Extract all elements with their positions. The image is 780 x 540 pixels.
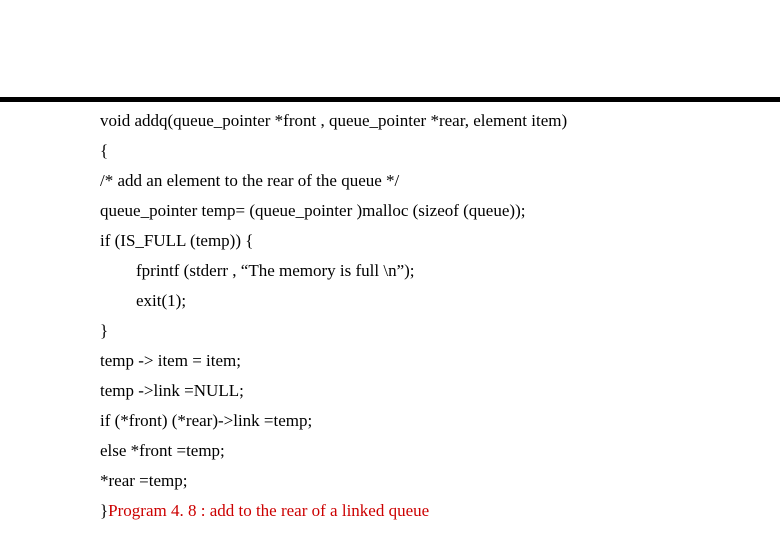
closing-brace: }	[100, 501, 108, 520]
code-line: if (IS_FULL (temp)) {	[100, 232, 720, 249]
code-line: if (*front) (*rear)->link =temp;	[100, 412, 720, 429]
code-line: exit(1);	[100, 292, 720, 309]
code-line: temp ->link =NULL;	[100, 382, 720, 399]
code-line: {	[100, 142, 720, 159]
program-caption: Program 4. 8 : add to the rear of a link…	[108, 501, 429, 520]
code-line: queue_pointer temp= (queue_pointer )mall…	[100, 202, 720, 219]
divider-line	[0, 97, 780, 102]
code-line: else *front =temp;	[100, 442, 720, 459]
code-line: }	[100, 322, 720, 339]
code-line: fprintf (stderr , “The memory is full \n…	[100, 262, 720, 279]
code-line: *rear =temp;	[100, 472, 720, 489]
code-line: temp -> item = item;	[100, 352, 720, 369]
code-line-last: }Program 4. 8 : add to the rear of a lin…	[100, 502, 720, 519]
code-line: /* add an element to the rear of the que…	[100, 172, 720, 189]
code-block: void addq(queue_pointer *front , queue_p…	[100, 112, 720, 532]
code-line: void addq(queue_pointer *front , queue_p…	[100, 112, 720, 129]
